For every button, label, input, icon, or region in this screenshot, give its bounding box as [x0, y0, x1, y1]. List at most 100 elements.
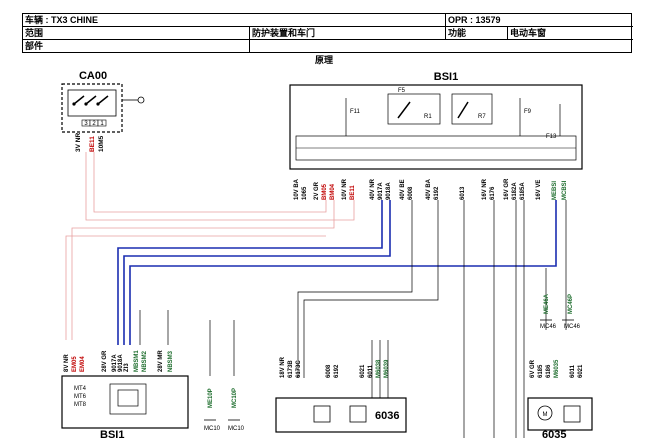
bsi-label-group-3: 10V NR	[342, 178, 348, 200]
svg-text:6021: 6021	[360, 364, 366, 378]
svg-text:6185: 6185	[538, 364, 544, 378]
ground-label-mc46-b: MC46	[564, 324, 581, 330]
c6035-box	[527, 397, 593, 431]
c6036-label-18vnr: 18V NR	[280, 356, 286, 378]
svg-text:6185A: 6185A	[520, 182, 526, 200]
c6035-label-6186: 6186	[546, 364, 552, 378]
svg-text:BE11: BE11	[89, 136, 96, 152]
c6036-label-6011: 6011	[368, 364, 374, 378]
c6035-label-6vgr: 6V GR	[530, 359, 536, 378]
key-icon	[137, 96, 145, 104]
switch-node	[84, 102, 88, 106]
svg-text:6V GR: 6V GR	[530, 359, 536, 378]
bsi-label-group-1b: 1065	[302, 186, 308, 200]
wire-blue	[123, 200, 391, 345]
wire-pink	[93, 152, 327, 213]
svg-text:6173C: 6173C	[296, 360, 302, 378]
bsi-label-be11: BE11	[350, 185, 356, 200]
ground-label-mc46-a: MC46	[540, 324, 557, 330]
c6035-label-6185: 6185	[538, 364, 544, 378]
left-switch-inner	[109, 383, 147, 415]
svg-text:NBSM2: NBSM2	[142, 350, 148, 372]
fuse-f9-label: F9	[524, 109, 532, 115]
svg-text:28V GR: 28V GR	[102, 350, 108, 372]
bsi-label-6182a: 6182A	[512, 182, 518, 200]
svg-text:NBSM3: NBSM3	[168, 350, 174, 372]
svg-text:18V NR: 18V NR	[280, 356, 286, 378]
svg-text:BM05: BM05	[322, 183, 328, 200]
bsi-label-9018a: 9018A	[386, 182, 392, 200]
left-switch-knob	[117, 389, 139, 407]
svg-text:BE11: BE11	[350, 185, 356, 200]
svg-text:28V MR: 28V MR	[158, 350, 164, 372]
bsi-label-9017a: 9017A	[378, 182, 384, 200]
svg-text:MC10P: MC10P	[232, 388, 238, 408]
svg-text:6021: 6021	[578, 364, 584, 378]
ground-label-me46a: ME46A	[544, 293, 550, 314]
svg-text:M6035: M6035	[554, 359, 560, 378]
left-label-mbsm1: MBSM1	[134, 350, 140, 372]
c6036-label-6021: 6021	[360, 364, 366, 378]
wire-black	[303, 200, 439, 378]
svg-text:9018A: 9018A	[386, 182, 392, 200]
bsi-label-group-2: 2V GR	[314, 181, 320, 200]
bsi1-box	[289, 84, 583, 170]
internal-label: MT6	[74, 394, 87, 400]
subtitle: 原理	[315, 55, 333, 65]
svg-text:6173B: 6173B	[288, 360, 294, 378]
bsi-label-group-10: 16V VE	[536, 180, 542, 200]
svg-text:MEBSI: MEBSI	[552, 181, 558, 200]
ground-label-mc46p: MC46P	[568, 294, 574, 314]
c6035-label-m6035: M6035	[554, 359, 560, 378]
wire-black	[297, 200, 413, 378]
relay-contact	[457, 101, 469, 119]
svg-text:MC46P: MC46P	[568, 294, 574, 314]
relay-r7-label: R7	[478, 114, 486, 120]
bsi-label-group-9: 16V GR	[504, 178, 510, 200]
svg-text:M6038: M6038	[376, 359, 382, 378]
c6036-title: 6036	[375, 410, 399, 422]
bsi-label-6013: 6013	[460, 186, 466, 200]
ca00-wire-label-1: 3V NR	[75, 133, 82, 152]
svg-text:40V BE: 40V BE	[400, 179, 406, 200]
svg-text:MBSM1: MBSM1	[134, 350, 140, 372]
svg-text:EM04: EM04	[80, 356, 86, 372]
switch-node	[96, 102, 100, 106]
bsi-label-bm05: BM05	[322, 183, 328, 200]
c6036-label-6173b: 6173B	[288, 360, 294, 378]
wiring-diagram: 原理 CA00 3 2 1 3V NR BE11 10M5 BSI1 F11 F…	[61, 55, 593, 438]
svg-text:1065: 1065	[302, 186, 308, 200]
internal-label: MT4	[74, 386, 87, 392]
left-label-28vgr: 28V GR	[102, 350, 108, 372]
svg-text:M6039: M6039	[384, 359, 390, 378]
wire-pink	[65, 235, 326, 340]
svg-text:40V NR: 40V NR	[370, 178, 376, 200]
bsi-label-6185a: 6185A	[520, 182, 526, 200]
svg-text:10V NR: 10V NR	[342, 178, 348, 200]
bsi-label-bm04: BM04	[330, 183, 336, 200]
fuse-f13-label: F13	[546, 134, 557, 140]
c6036-icon-2	[349, 405, 367, 423]
left-label-nbsm3: NBSM3	[168, 350, 174, 372]
svg-text:6011: 6011	[570, 364, 576, 378]
motor-m: M	[543, 412, 548, 418]
svg-text:2V GR: 2V GR	[314, 181, 320, 200]
relay-contact	[397, 101, 411, 119]
bsi-label-group-1: 10V BA	[294, 178, 300, 200]
svg-text:40V BA: 40V BA	[426, 178, 432, 200]
bsi-label-6176: 6176	[490, 186, 496, 200]
left-label-em05: EM05	[72, 356, 78, 372]
svg-text:ZI3: ZI3	[124, 363, 130, 372]
c6036-label-6192: 6192	[334, 364, 340, 378]
svg-text:BM04: BM04	[330, 183, 336, 200]
bsi-bottom-title: BSI1	[100, 429, 124, 438]
svg-text:MCBSI: MCBSI	[562, 180, 568, 200]
c6036-label-m6038: M6038	[376, 359, 382, 378]
bsi-label-mcbsi: MCBSI	[562, 180, 568, 200]
svg-text:6176: 6176	[490, 186, 496, 200]
svg-text:16V GR: 16V GR	[504, 178, 510, 200]
wire-pink	[71, 200, 335, 340]
left-ground-mc10-b: MC10	[228, 426, 245, 432]
relay-r7-box	[451, 93, 493, 125]
wire-blue	[129, 200, 557, 345]
